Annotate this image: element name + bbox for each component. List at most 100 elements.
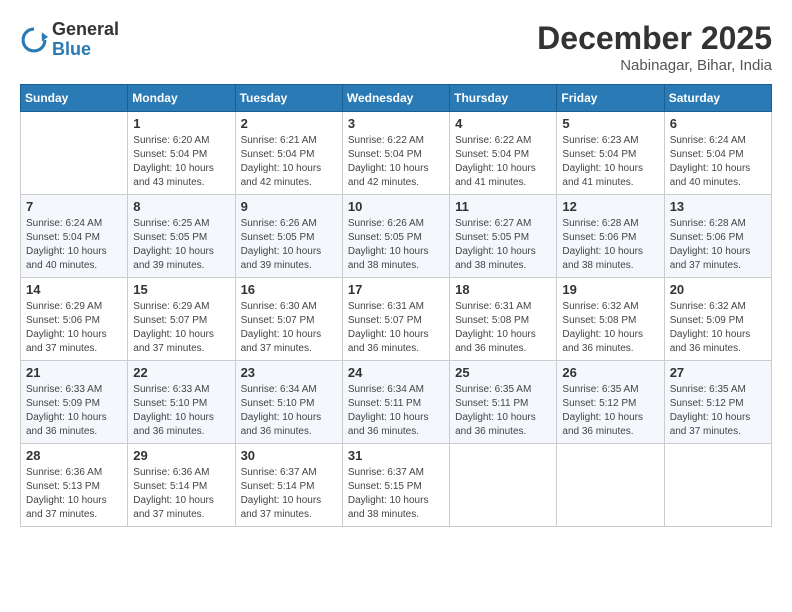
day-number: 27: [670, 365, 766, 380]
day-number: 9: [241, 199, 337, 214]
calendar-cell: 16 Sunrise: 6:30 AMSunset: 5:07 PMDayligh…: [235, 278, 342, 361]
day-info: Sunrise: 6:20 AMSunset: 5:04 PMDaylight:…: [133, 134, 229, 190]
day-number: 11: [455, 199, 551, 214]
calendar-cell: 21 Sunrise: 6:33 AMSunset: 5:09 PMDayligh…: [21, 361, 128, 444]
day-number: 19: [562, 282, 658, 297]
day-info: Sunrise: 6:22 AMSunset: 5:04 PMDaylight:…: [348, 134, 444, 190]
calendar-cell: 11 Sunrise: 6:27 AMSunset: 5:05 PMDayligh…: [450, 195, 557, 278]
day-number: 25: [455, 365, 551, 380]
day-info: Sunrise: 6:35 AMSunset: 5:11 PMDaylight:…: [455, 383, 551, 439]
calendar-cell: 8 Sunrise: 6:25 AMSunset: 5:05 PMDaylight…: [128, 195, 235, 278]
day-info: Sunrise: 6:24 AMSunset: 5:04 PMDaylight:…: [670, 134, 766, 190]
day-number: 26: [562, 365, 658, 380]
day-number: 24: [348, 365, 444, 380]
day-info: Sunrise: 6:26 AMSunset: 5:05 PMDaylight:…: [241, 217, 337, 273]
logo-icon: [20, 26, 48, 54]
calendar-cell: 25 Sunrise: 6:35 AMSunset: 5:11 PMDayligh…: [450, 361, 557, 444]
weekday-header-wednesday: Wednesday: [342, 85, 449, 112]
logo-general: General: [52, 19, 119, 39]
calendar-cell: 22 Sunrise: 6:33 AMSunset: 5:10 PMDayligh…: [128, 361, 235, 444]
month-year-title: December 2025: [537, 20, 772, 57]
day-number: 29: [133, 448, 229, 463]
day-number: 4: [455, 116, 551, 131]
calendar-cell: 17Sunrise: 6:31 AMSunset: 5:07 PMDayligh…: [342, 278, 449, 361]
calendar-cell: 23Sunrise: 6:34 AMSunset: 5:10 PMDayligh…: [235, 361, 342, 444]
calendar-cell: 19Sunrise: 6:32 AMSunset: 5:08 PMDayligh…: [557, 278, 664, 361]
calendar-body: 1 Sunrise: 6:20 AMSunset: 5:04 PMDaylight…: [21, 112, 772, 527]
day-info: Sunrise: 6:31 AMSunset: 5:07 PMDaylight:…: [348, 300, 444, 356]
day-number: 2: [241, 116, 337, 131]
day-number: 18: [455, 282, 551, 297]
day-number: 21: [26, 365, 122, 380]
weekday-header-tuesday: Tuesday: [235, 85, 342, 112]
calendar-week-row: 28 Sunrise: 6:36 AMSunset: 5:13 PMDayligh…: [21, 444, 772, 527]
day-info: Sunrise: 6:31 AMSunset: 5:08 PMDaylight:…: [455, 300, 551, 356]
calendar-cell: 10 Sunrise: 6:26 AMSunset: 5:05 PMDayligh…: [342, 195, 449, 278]
calendar-cell: 2 Sunrise: 6:21 AMSunset: 5:04 PMDaylight…: [235, 112, 342, 195]
logo-text: General Blue: [52, 20, 119, 60]
calendar-week-row: 7 Sunrise: 6:24 AMSunset: 5:04 PMDaylight…: [21, 195, 772, 278]
day-number: 30: [241, 448, 337, 463]
calendar-table: SundayMondayTuesdayWednesdayThursdayFrid…: [20, 84, 772, 527]
page-header: General Blue December 2025 Nabinagar, Bi…: [20, 20, 772, 74]
calendar-cell: 30 Sunrise: 6:37 AMSunset: 5:14 PMDayligh…: [235, 444, 342, 527]
day-info: Sunrise: 6:21 AMSunset: 5:04 PMDaylight:…: [241, 134, 337, 190]
calendar-cell: 13 Sunrise: 6:28 AMSunset: 5:06 PMDayligh…: [664, 195, 771, 278]
day-info: Sunrise: 6:29 AMSunset: 5:07 PMDaylight:…: [133, 300, 229, 356]
day-info: Sunrise: 6:33 AMSunset: 5:09 PMDaylight:…: [26, 383, 122, 439]
day-info: Sunrise: 6:36 AMSunset: 5:13 PMDaylight:…: [26, 466, 122, 522]
calendar-cell: 12 Sunrise: 6:28 AMSunset: 5:06 PMDayligh…: [557, 195, 664, 278]
day-number: 22: [133, 365, 229, 380]
day-info: Sunrise: 6:37 AMSunset: 5:15 PMDaylight:…: [348, 466, 444, 522]
day-number: 7: [26, 199, 122, 214]
day-info: Sunrise: 6:37 AMSunset: 5:14 PMDaylight:…: [241, 466, 337, 522]
day-number: 5: [562, 116, 658, 131]
location-subtitle: Nabinagar, Bihar, India: [537, 57, 772, 74]
day-info: Sunrise: 6:28 AMSunset: 5:06 PMDaylight:…: [562, 217, 658, 273]
day-number: 14: [26, 282, 122, 297]
day-number: 12: [562, 199, 658, 214]
calendar-cell: [557, 444, 664, 527]
day-number: 31: [348, 448, 444, 463]
calendar-cell: 14Sunrise: 6:29 AMSunset: 5:06 PMDayligh…: [21, 278, 128, 361]
day-info: Sunrise: 6:35 AMSunset: 5:12 PMDaylight:…: [670, 383, 766, 439]
day-number: 1: [133, 116, 229, 131]
calendar-cell: 15 Sunrise: 6:29 AMSunset: 5:07 PMDayligh…: [128, 278, 235, 361]
logo: General Blue: [20, 20, 119, 60]
calendar-cell: 29 Sunrise: 6:36 AMSunset: 5:14 PMDayligh…: [128, 444, 235, 527]
day-info: Sunrise: 6:24 AMSunset: 5:04 PMDaylight:…: [26, 217, 122, 273]
day-info: Sunrise: 6:30 AMSunset: 5:07 PMDaylight:…: [241, 300, 337, 356]
calendar-cell: 9 Sunrise: 6:26 AMSunset: 5:05 PMDaylight…: [235, 195, 342, 278]
day-number: 8: [133, 199, 229, 214]
day-info: Sunrise: 6:33 AMSunset: 5:10 PMDaylight:…: [133, 383, 229, 439]
title-block: December 2025 Nabinagar, Bihar, India: [537, 20, 772, 74]
day-number: 28: [26, 448, 122, 463]
day-info: Sunrise: 6:25 AMSunset: 5:05 PMDaylight:…: [133, 217, 229, 273]
day-info: Sunrise: 6:26 AMSunset: 5:05 PMDaylight:…: [348, 217, 444, 273]
calendar-week-row: 21 Sunrise: 6:33 AMSunset: 5:09 PMDayligh…: [21, 361, 772, 444]
day-info: Sunrise: 6:23 AMSunset: 5:04 PMDaylight:…: [562, 134, 658, 190]
weekday-header-saturday: Saturday: [664, 85, 771, 112]
day-number: 23: [241, 365, 337, 380]
weekday-header-sunday: Sunday: [21, 85, 128, 112]
day-info: Sunrise: 6:36 AMSunset: 5:14 PMDaylight:…: [133, 466, 229, 522]
day-number: 3: [348, 116, 444, 131]
day-number: 13: [670, 199, 766, 214]
calendar-cell: 5 Sunrise: 6:23 AMSunset: 5:04 PMDaylight…: [557, 112, 664, 195]
day-number: 10: [348, 199, 444, 214]
logo-blue: Blue: [52, 39, 91, 59]
calendar-cell: 6Sunrise: 6:24 AMSunset: 5:04 PMDaylight…: [664, 112, 771, 195]
calendar-cell: 18 Sunrise: 6:31 AMSunset: 5:08 PMDayligh…: [450, 278, 557, 361]
calendar-cell: 7 Sunrise: 6:24 AMSunset: 5:04 PMDaylight…: [21, 195, 128, 278]
day-info: Sunrise: 6:22 AMSunset: 5:04 PMDaylight:…: [455, 134, 551, 190]
calendar-week-row: 1 Sunrise: 6:20 AMSunset: 5:04 PMDaylight…: [21, 112, 772, 195]
calendar-cell: 28 Sunrise: 6:36 AMSunset: 5:13 PMDayligh…: [21, 444, 128, 527]
day-number: 15: [133, 282, 229, 297]
calendar-cell: [664, 444, 771, 527]
calendar-cell: 26Sunrise: 6:35 AMSunset: 5:12 PMDayligh…: [557, 361, 664, 444]
day-info: Sunrise: 6:28 AMSunset: 5:06 PMDaylight:…: [670, 217, 766, 273]
weekday-header-monday: Monday: [128, 85, 235, 112]
day-info: Sunrise: 6:27 AMSunset: 5:05 PMDaylight:…: [455, 217, 551, 273]
calendar-cell: 27 Sunrise: 6:35 AMSunset: 5:12 PMDayligh…: [664, 361, 771, 444]
day-number: 16: [241, 282, 337, 297]
